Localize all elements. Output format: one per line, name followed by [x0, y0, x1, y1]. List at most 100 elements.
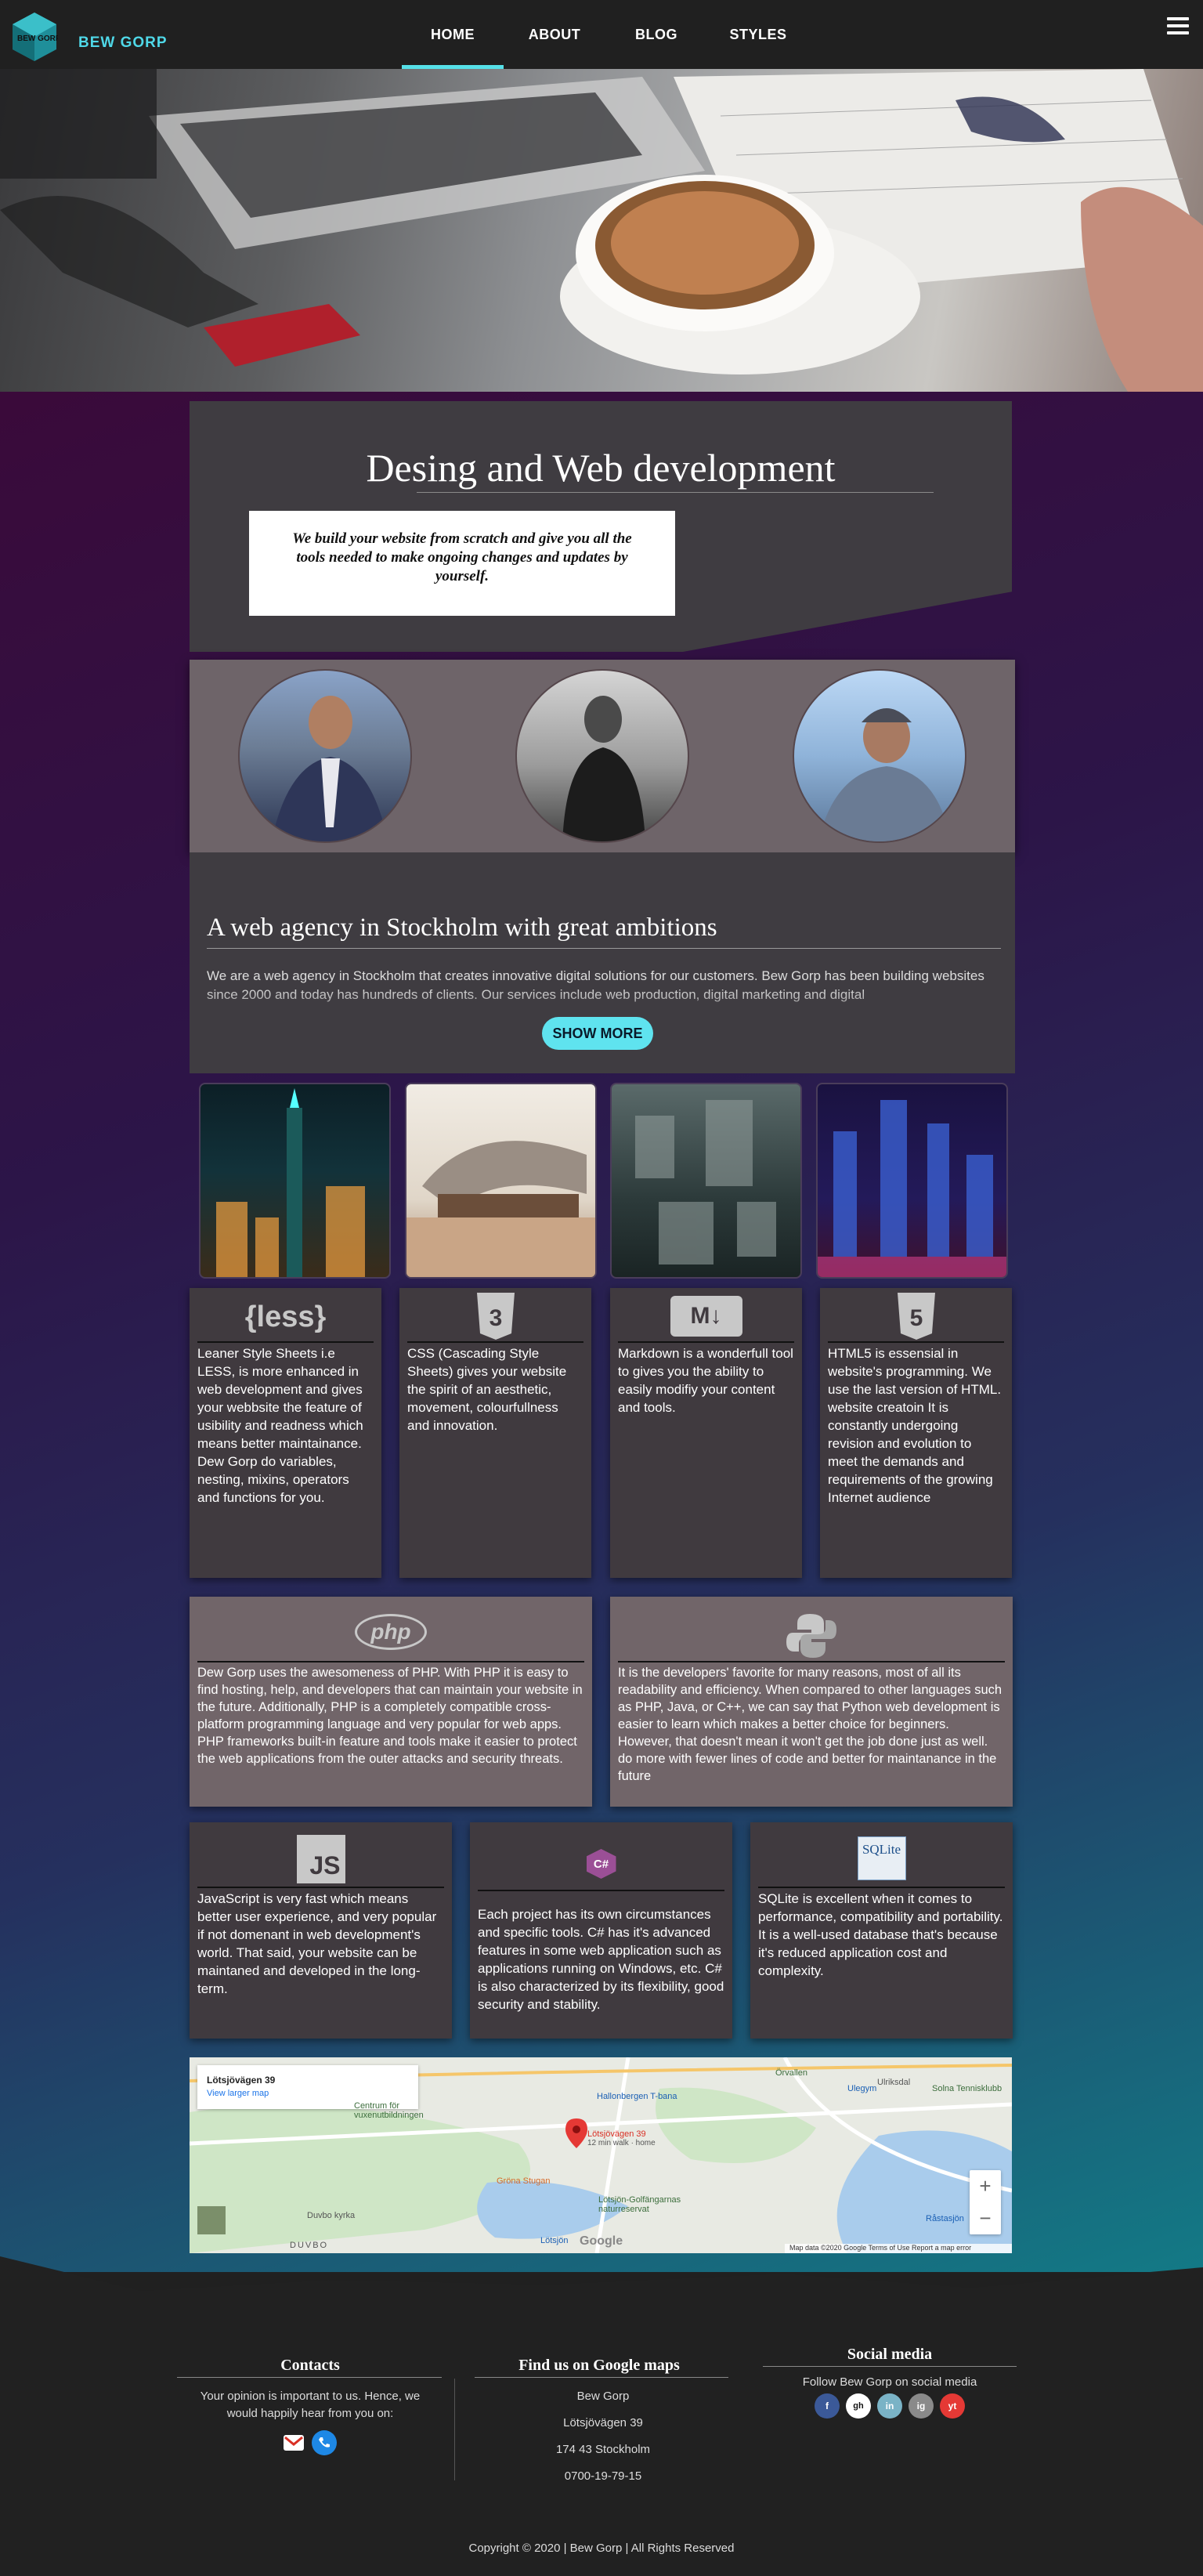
map-label: Ulegym: [847, 2084, 877, 2093]
card-divider: [197, 1887, 444, 1888]
youtube-icon[interactable]: yt: [940, 2393, 965, 2419]
phone-icon[interactable]: [312, 2430, 337, 2455]
tech-card-javascript: JS JavaScript is very fast which means b…: [190, 1822, 452, 2039]
map-pin-label: Lötsjövägen 39: [587, 2129, 646, 2139]
html5-icon: 5: [897, 1293, 935, 1340]
tech-card-text: Markdown is a wonderfull tool to gives y…: [618, 1346, 793, 1415]
menu-styles[interactable]: STYLES: [707, 0, 809, 69]
javascript-icon: JS: [296, 1835, 345, 1883]
card-divider: [618, 1661, 1005, 1662]
show-more-button[interactable]: SHOW MORE: [542, 1017, 653, 1050]
map-label: Duvbo kyrka: [307, 2211, 356, 2220]
contacts-text: Your opinion is important to us. Hence, …: [200, 2390, 421, 2420]
tech-card-text: JavaScript is very fast which means bett…: [197, 1891, 437, 1996]
intro-title: Desing and Web development: [366, 446, 836, 490]
maps-divider: [475, 2377, 728, 2378]
tech-card-csharp: C# Each project has its own circumstance…: [470, 1822, 732, 2039]
tech-card-text: HTML5 is essensial in website's programm…: [828, 1346, 1002, 1505]
instagram-icon[interactable]: ig: [909, 2393, 934, 2419]
map-pin-sublabel: 12 min walk · home: [587, 2139, 656, 2147]
map-label: Råstasjön: [926, 2214, 964, 2223]
footer-column-divider: [454, 2379, 455, 2480]
contacts-divider: [177, 2377, 442, 2378]
gallery-image-architecture[interactable]: [405, 1083, 597, 1279]
address-line: 174 43 Stockholm: [555, 2443, 651, 2456]
bew-gorp-logo[interactable]: BEW GORP: [11, 11, 58, 63]
card-divider: [197, 1661, 584, 1662]
tech-card-text: Dew Gorp uses the awesomeness of PHP. Wi…: [197, 1666, 583, 1766]
agency-section: A web agency in Stockholm with great amb…: [190, 852, 1015, 1073]
map-label: Centrum för vuxenutbildningen: [354, 2101, 424, 2120]
hamburger-menu-icon[interactable]: [1167, 17, 1189, 36]
copyright-text: Copyright © 2020 | Bew Gorp | All Rights…: [468, 2542, 735, 2555]
tech-card-css: 3 CSS (Cascading Style Sheets) gives you…: [399, 1288, 591, 1578]
team-member-avatar: [793, 669, 966, 843]
navbar: BEW GORP BEW GORP HOME ABOUT BLOG STYLES: [0, 0, 1203, 69]
address-line: Bew Gorp: [576, 2390, 630, 2403]
tech-card-text: It is the developers' favorite for many …: [618, 1666, 1002, 1783]
card-divider: [618, 1341, 794, 1343]
map-zoom-controls: + −: [970, 2170, 1001, 2234]
tech-card-text: SQLite is excellent when it comes to per…: [758, 1891, 1003, 1978]
tech-card-text: Leaner Style Sheets i.e LESS, is more en…: [197, 1346, 363, 1505]
map-label: Lötsjön: [540, 2236, 569, 2245]
hero-image: [0, 69, 1203, 392]
map-pin-icon[interactable]: [565, 2118, 587, 2148]
map-label: Ulriksdal: [877, 2078, 911, 2087]
zoom-out-button[interactable]: −: [970, 2202, 1001, 2234]
menu-home[interactable]: HOME: [402, 0, 504, 69]
maps-title: Find us on Google maps: [518, 2357, 680, 2374]
css3-icon: 3: [476, 1293, 515, 1340]
less-icon: {less}: [244, 1301, 327, 1333]
main-menu: HOME ABOUT BLOG STYLES: [402, 0, 809, 69]
zoom-in-button[interactable]: +: [970, 2170, 1001, 2202]
map-label: Lötsjön-Golfängarnas naturreservat: [598, 2195, 681, 2214]
address-line: Lötsjövägen 39: [563, 2416, 643, 2429]
sqlite-icon: SQLite: [857, 1836, 906, 1880]
social-divider: [763, 2366, 1017, 2367]
team-member-avatar: [238, 669, 412, 843]
social-text: Follow Bew Gorp on social media: [802, 2375, 977, 2389]
tech-card-python: It is the developers' favorite for many …: [610, 1597, 1013, 1807]
gallery-image-skyline[interactable]: [816, 1083, 1008, 1279]
team-section: [190, 660, 1015, 852]
css3-icon-text: 3: [489, 1305, 502, 1331]
github-icon[interactable]: gh: [846, 2393, 871, 2419]
tech-card-php: php Dew Gorp uses the awesomeness of PHP…: [190, 1597, 592, 1807]
map-attribution[interactable]: Map data ©2020 Google Terms of Use Repor…: [785, 2244, 1012, 2253]
email-icon[interactable]: [284, 2435, 304, 2451]
tech-card-less: {less} Leaner Style Sheets i.e LESS, is …: [190, 1288, 381, 1578]
map-label: Örvallen: [775, 2068, 807, 2078]
card-divider: [758, 1887, 1005, 1888]
csharp-icon: C#: [586, 1849, 616, 1879]
menu-about[interactable]: ABOUT: [504, 0, 605, 69]
map-label: Hallonbergen T-bana: [597, 2092, 677, 2101]
map-label: DUVBO: [290, 2241, 329, 2250]
menu-blog[interactable]: BLOG: [605, 0, 707, 69]
intro-tagline: We build your website from scratch and g…: [249, 511, 675, 616]
agency-divider: [207, 948, 1001, 949]
map-label: Solna Tennisklubb: [932, 2084, 1002, 2093]
google-map-embed[interactable]: Lötsjövägen 39 View larger map Lötsjöväg…: [190, 2057, 1012, 2253]
contacts-title: Contacts: [280, 2357, 340, 2374]
view-larger-map-link[interactable]: View larger map: [207, 2089, 269, 2098]
footer-wave: [0, 2256, 1203, 2327]
phone-number: 0700-19-79-15: [564, 2469, 642, 2483]
gallery-image-aerial-city[interactable]: [610, 1083, 802, 1279]
facebook-icon[interactable]: f: [815, 2393, 840, 2419]
tech-card-text: CSS (Cascading Style Sheets) gives your …: [407, 1346, 567, 1433]
tech-card-html5: 5 HTML5 is essensial in website's progra…: [820, 1288, 1012, 1578]
tech-card-sqlite: SQLite SQLite is excellent when it comes…: [750, 1822, 1013, 2039]
google-logo: Google: [580, 2234, 623, 2248]
social-title: Social media: [847, 2346, 933, 2363]
map-place-name: Lötsjövägen 39: [207, 2075, 276, 2086]
agency-title: A web agency in Stockholm with great amb…: [207, 914, 717, 942]
intro-divider: [417, 492, 934, 493]
brand-name[interactable]: BEW GORP: [78, 34, 168, 52]
card-divider: [828, 1341, 1004, 1343]
linkedin-icon[interactable]: in: [877, 2393, 902, 2419]
gallery-image-city-night[interactable]: [199, 1083, 391, 1279]
html5-icon-text: 5: [909, 1305, 923, 1331]
card-divider: [478, 1890, 724, 1891]
php-icon: php: [355, 1614, 427, 1650]
